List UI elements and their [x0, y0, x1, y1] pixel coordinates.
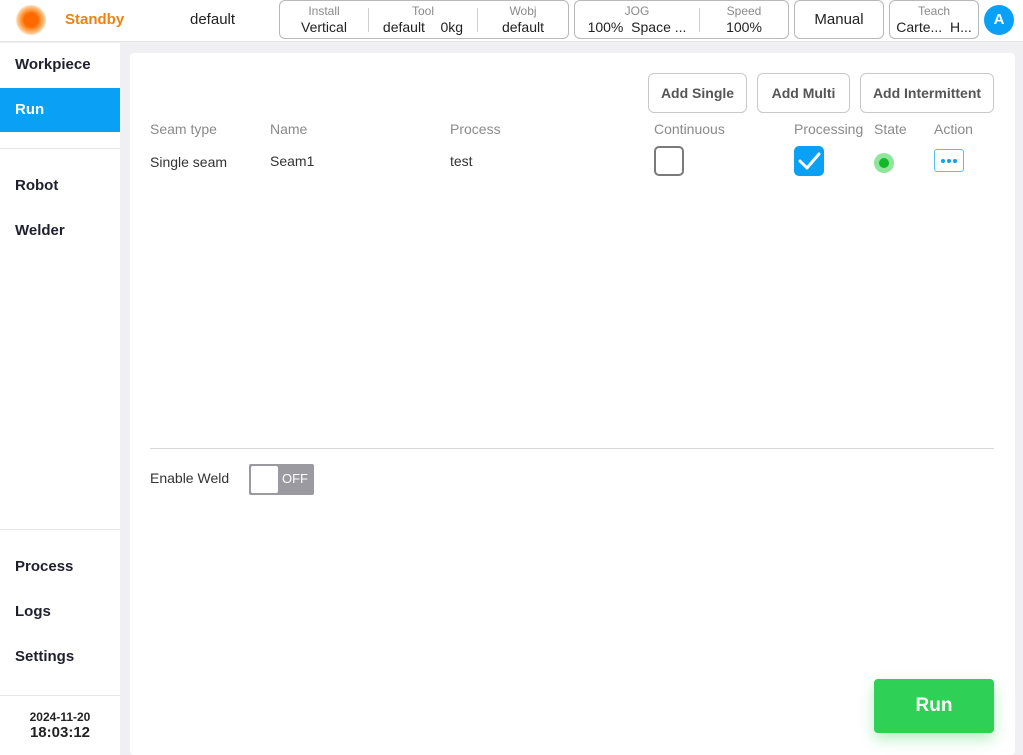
jog-value: 100% Space ...	[575, 19, 699, 35]
teach-label: Teach	[917, 4, 951, 18]
install-value: Vertical	[301, 19, 347, 35]
sidebar-item-process[interactable]: Process	[0, 545, 120, 589]
processing-checkbox[interactable]	[794, 146, 824, 176]
tool-name: default	[382, 19, 425, 35]
column-header-name: Name	[270, 121, 308, 137]
jog-mode: Space ...	[631, 19, 687, 35]
jog-label: JOG	[624, 4, 650, 18]
wobj-cell[interactable]: Wobj default	[478, 1, 568, 38]
jog-percent: 100%	[587, 19, 624, 35]
speed-label: Speed	[726, 4, 762, 18]
column-header-process: Process	[450, 121, 501, 137]
toggle-state: OFF	[282, 471, 308, 486]
program-name[interactable]: default	[190, 11, 235, 28]
teach-extra: H...	[949, 19, 972, 35]
column-header-seam-type: Seam type	[150, 121, 217, 137]
sidebar-divider	[0, 695, 120, 696]
tool-cell[interactable]: Tool default 0kg	[369, 1, 477, 38]
install-cell[interactable]: Install Vertical	[280, 1, 368, 38]
teach-value: Carte... H...	[890, 19, 978, 35]
dot-icon	[947, 159, 951, 163]
current-time: 18:03:12	[29, 724, 91, 741]
wobj-value: default	[501, 19, 545, 35]
config-group[interactable]: Install Vertical Tool default 0kg Wobj d…	[279, 0, 569, 39]
sidebar-item-logs[interactable]: Logs	[0, 590, 120, 634]
column-header-action: Action	[934, 121, 973, 137]
mode-button[interactable]: Manual	[794, 0, 884, 39]
tool-value: default 0kg	[369, 19, 477, 35]
add-single-button[interactable]: Add Single	[648, 73, 747, 113]
seam-process-cell: test	[450, 153, 473, 169]
sidebar-divider	[0, 148, 120, 149]
install-label: Install	[308, 4, 340, 18]
teach-group[interactable]: Teach Carte... H...	[889, 0, 979, 39]
teach-frame: Carte...	[896, 19, 943, 35]
sidebar-item-run[interactable]: Run	[0, 88, 120, 132]
jog-cell[interactable]: JOG 100% Space ...	[575, 1, 699, 38]
jog-speed-group[interactable]: JOG 100% Space ... Speed 100%	[574, 0, 789, 39]
add-intermittent-button[interactable]: Add Intermittent	[860, 73, 994, 113]
dot-icon	[941, 159, 945, 163]
dot-icon	[953, 159, 957, 163]
tool-label: Tool	[411, 4, 434, 18]
add-multi-button[interactable]: Add Multi	[757, 73, 850, 113]
seam-panel: Add Single Add Multi Add Intermittent Se…	[130, 53, 1015, 755]
sidebar-item-welder[interactable]: Welder	[0, 209, 120, 253]
sidebar-divider	[0, 529, 120, 530]
avatar[interactable]: A	[984, 5, 1014, 35]
state-indicator-icon	[874, 153, 894, 173]
wobj-label: Wobj	[509, 4, 537, 18]
run-button[interactable]: Run	[874, 679, 994, 733]
top-bar: Standby default Install Vertical Tool de…	[0, 0, 1023, 42]
status-indicator-icon	[16, 5, 46, 35]
column-header-state: State	[874, 121, 907, 137]
current-date: 2024-11-20	[29, 710, 91, 724]
enable-weld-toggle[interactable]: OFF	[249, 464, 314, 495]
sidebar: Workpiece Run Robot Welder Process Logs …	[0, 43, 120, 755]
continuous-checkbox[interactable]	[654, 146, 684, 176]
column-header-processing: Processing	[794, 121, 864, 137]
more-actions-button[interactable]	[934, 149, 964, 172]
toggle-knob	[251, 466, 278, 493]
speed-value: 100%	[726, 19, 762, 35]
teach-cell[interactable]: Teach Carte... H...	[890, 1, 978, 38]
sidebar-item-workpiece[interactable]: Workpiece	[0, 43, 120, 87]
speed-cell[interactable]: Speed 100%	[700, 1, 788, 38]
section-divider	[150, 448, 994, 449]
tool-load: 0kg	[440, 19, 464, 35]
check-icon	[798, 152, 821, 170]
robot-status: Standby	[65, 11, 125, 28]
sidebar-item-robot[interactable]: Robot	[0, 164, 120, 208]
enable-weld-label: Enable Weld	[150, 470, 230, 486]
seam-type-cell: Single seam	[150, 154, 228, 170]
seam-name-cell: Seam1	[270, 153, 315, 169]
sidebar-item-settings[interactable]: Settings	[0, 635, 120, 679]
column-header-continuous: Continuous	[654, 121, 725, 137]
